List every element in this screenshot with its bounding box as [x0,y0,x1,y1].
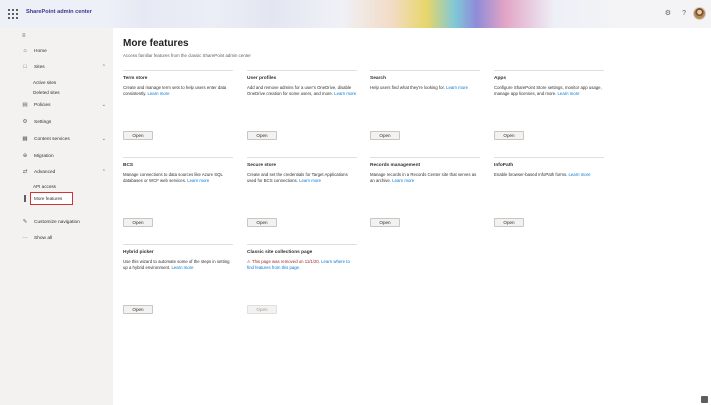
open-button[interactable]: Open [123,305,153,314]
help-icon[interactable]: ? [682,10,686,18]
sidebar-item-label: Customize navigation [34,220,80,225]
sidebar-subitem-more-features[interactable]: More features [30,192,73,205]
top-bar: SharePoint admin center ⚙ ? [0,0,711,28]
feature-card-infopath: InfoPath Enable browser-based InfoPath f… [494,157,604,247]
more-icon: ⋯ [22,235,28,241]
card-title: Term store [123,76,148,81]
card-title: Records management [370,163,421,168]
feature-card-secure-store: Secure store Create and set the credenti… [247,157,357,247]
waffle-icon[interactable] [8,9,18,19]
open-button[interactable]: Open [247,218,277,227]
sidebar-item-sites[interactable]: □ Sites ⌃ [0,63,113,73]
sidebar-item-settings[interactable]: ⚙ Settings [0,118,113,128]
learn-more-link[interactable]: Learn more [187,178,209,183]
open-button[interactable]: Open [370,131,400,140]
content-services-icon: ▦ [22,136,28,142]
learn-more-link[interactable]: Learn more [569,172,591,177]
learn-more-link[interactable]: Learn more [299,178,321,183]
page-subtitle: Access familiar features from the classi… [123,53,251,58]
sidebar: ≡ ⌂ Home □ Sites ⌃ Active sites Deleted … [0,28,113,405]
sidebar-item-advanced[interactable]: ⇄ Advanced ⌃ [0,168,113,178]
learn-more-link[interactable]: Learn more [172,265,194,270]
feedback-icon[interactable] [701,396,708,403]
pencil-icon: ✎ [22,219,28,225]
feature-card-bcs: BCS Manage connections to data sources l… [123,157,233,247]
chevron-down-icon: ⌄ [101,102,106,108]
chevron-up-icon: ⌃ [101,169,106,175]
feature-card-apps: Apps Configure SharePoint Store settings… [494,70,604,160]
open-button[interactable]: Open [123,131,153,140]
avatar[interactable] [693,7,706,20]
sidebar-item-migration[interactable]: ⊕ Migration [0,152,113,162]
app-title[interactable]: SharePoint admin center [26,9,92,15]
sidebar-item-show-all[interactable]: ⋯ Show all [0,234,113,244]
open-button-disabled: Open [247,305,277,314]
card-description: Create and set the credentials for Targe… [247,172,348,183]
hamburger-icon[interactable]: ≡ [22,33,26,39]
sidebar-item-label: Settings [34,120,52,125]
feature-card-user-profiles: User profiles Add and remove admins for … [247,70,357,160]
card-title: Hybrid picker [123,250,154,255]
card-description: Create and manage term sets to help user… [123,85,227,96]
card-description: Add and remove admins for a user's OneDr… [247,85,357,96]
selection-indicator [24,195,26,202]
card-title: User profiles [247,76,277,81]
sidebar-item-label: Home [34,49,47,54]
learn-more-link[interactable]: Learn more [148,91,170,96]
card-warning: ⚠ This page was removed on 11/1/20. Lear… [247,259,357,270]
chevron-up-icon: ⌃ [101,64,106,70]
card-description: Manage records in a Records Center site … [370,172,477,183]
learn-more-link[interactable]: Learn more [392,178,414,183]
sidebar-subitem-api-access[interactable]: API access [33,184,56,190]
card-description: Enable browser-based InfoPath forms. Lea… [494,172,591,177]
feature-card-classic-site-collections: Classic site collections page ⚠ This pag… [247,244,357,334]
feature-card-search: Search Help users find what they're look… [370,70,480,160]
sidebar-item-content-services[interactable]: ▦ Content services ⌄ [0,135,113,145]
sidebar-item-label: Migration [34,154,54,159]
card-title: InfoPath [494,163,514,168]
chevron-down-icon: ⌄ [101,136,106,142]
feature-card-hybrid-picker: Hybrid picker Use this wizard to automat… [123,244,233,334]
card-description: Configure SharePoint Store settings, mon… [494,85,602,96]
migration-icon: ⊕ [22,153,28,159]
home-icon: ⌂ [23,48,27,54]
learn-more-link[interactable]: Learn more [446,85,468,90]
card-title: Search [370,76,386,81]
open-button[interactable]: Open [370,218,400,227]
card-title: Classic site collections page [247,250,313,255]
open-button[interactable]: Open [123,218,153,227]
card-description: Manage connections to data sources like … [123,172,223,183]
sidebar-item-home[interactable]: ⌂ Home [0,47,113,57]
sidebar-subitem-deleted-sites[interactable]: Deleted sites [33,90,60,96]
main-content: More features Access familiar features f… [113,28,711,405]
learn-more-link[interactable]: Learn more [558,91,580,96]
sidebar-item-label: Advanced [34,170,56,175]
sidebar-item-label: Show all [34,236,53,241]
sidebar-item-label: Content services [34,137,70,142]
advanced-icon: ⇄ [22,169,28,175]
open-button[interactable]: Open [247,131,277,140]
policies-icon: ▤ [22,102,28,108]
warning-text: ⚠ This page was removed on 11/1/20. [247,259,320,264]
sidebar-item-label: More features [34,196,63,201]
sidebar-item-customize-navigation[interactable]: ✎ Customize navigation [0,218,113,228]
card-title: Apps [494,76,506,81]
feature-card-term-store: Term store Create and manage term sets t… [123,70,233,160]
sites-icon: □ [23,64,27,70]
open-button[interactable]: Open [494,131,524,140]
open-button[interactable]: Open [494,218,524,227]
gear-icon[interactable]: ⚙ [665,10,671,18]
learn-more-link[interactable]: Learn more [334,91,356,96]
settings-icon: ⚙ [22,119,28,125]
card-title: BCS [123,163,134,168]
sidebar-item-label: Sites [34,65,45,70]
sidebar-item-policies[interactable]: ▤ Policies ⌄ [0,101,113,111]
card-description: Help users find what they're looking for… [370,85,469,90]
card-title: Secure store [247,163,277,168]
sidebar-subitem-active-sites[interactable]: Active sites [33,80,56,86]
feature-card-records-management: Records management Manage records in a R… [370,157,480,247]
card-description: Use this wizard to automate some of the … [123,259,230,270]
page-title: More features [123,38,189,49]
sidebar-item-label: Policies [34,103,51,108]
